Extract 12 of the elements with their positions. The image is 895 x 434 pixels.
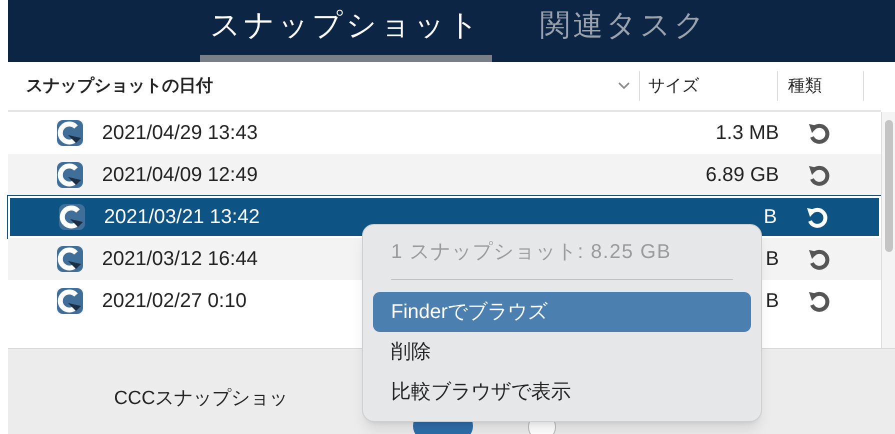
snapshot-size: B xyxy=(766,247,779,272)
footer-label: CCCスナップショッ xyxy=(114,387,288,411)
menu-header: 1 スナップショット: 8.25 GB xyxy=(390,240,672,265)
snapshot-size: 1.3 MB xyxy=(716,121,779,146)
snapshot-size: B xyxy=(766,289,779,314)
snapshot-date: 2021/04/29 13:43 xyxy=(102,121,258,146)
snapshot-size: 6.89 GB xyxy=(706,163,779,188)
snapshot-date: 2021/02/27 0:10 xyxy=(102,289,247,314)
snapshot-date: 2021/04/09 12:49 xyxy=(102,163,258,188)
snapshot-date: 2021/03/12 16:44 xyxy=(102,247,258,272)
snapshot-date: 2021/03/21 13:42 xyxy=(104,205,260,230)
snapshot-size: B xyxy=(764,205,777,230)
